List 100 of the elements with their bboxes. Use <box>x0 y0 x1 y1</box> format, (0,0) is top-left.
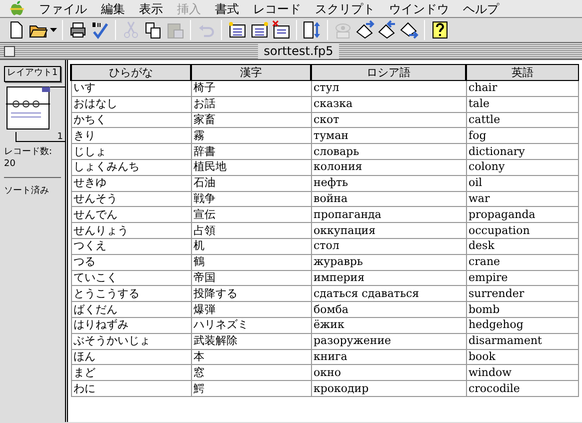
table-cell: お話 <box>191 96 311 112</box>
column-header[interactable]: 英語 <box>466 64 578 80</box>
table-cell: ёжик <box>311 317 466 334</box>
table-cell: ハリネズミ <box>191 317 311 334</box>
table-cell: колония <box>311 159 466 176</box>
new-record-icon[interactable] <box>227 20 247 40</box>
table-cell: пропаганда <box>311 206 466 223</box>
table-cell: せきゆ <box>71 175 191 192</box>
delete-record-icon[interactable] <box>271 20 291 40</box>
table-cell: crocodile <box>466 380 578 396</box>
table-cell: нефть <box>311 175 466 192</box>
close-box[interactable] <box>4 46 15 56</box>
table-cell: туман <box>311 128 466 144</box>
table-cell: とうこうする <box>71 286 191 302</box>
dropdown-arrow-icon[interactable] <box>50 28 57 32</box>
table-cell: ていこく <box>71 270 191 286</box>
table-cell: colony <box>466 159 578 176</box>
table-cell: словарь <box>311 144 466 160</box>
book-icon[interactable] <box>6 86 66 142</box>
column-header[interactable]: ひらがな <box>71 64 191 80</box>
menu-item[interactable]: ファイル <box>32 0 94 16</box>
table-cell: desk <box>466 238 578 254</box>
sort-status: ソート済み <box>4 184 50 196</box>
help-icon[interactable] <box>430 20 450 40</box>
table-cell: сказка <box>311 96 466 112</box>
table-cell: 椅子 <box>191 80 311 96</box>
menu-item[interactable]: ウインドウ <box>382 0 456 16</box>
menu-item[interactable]: スクリプト <box>308 0 382 16</box>
export-icon[interactable] <box>377 20 397 40</box>
table-cell: つくえ <box>71 238 191 254</box>
table-cell: 鶴 <box>191 254 311 270</box>
duplicate-record-icon[interactable] <box>249 20 269 40</box>
column-header[interactable]: ロシア語 <box>311 64 466 80</box>
table-cell: cattle <box>466 112 578 128</box>
table-cell: империя <box>311 270 466 286</box>
copy-icon[interactable] <box>143 20 163 40</box>
table-cell: книга <box>311 349 466 365</box>
table-cell: 本 <box>191 349 311 365</box>
table-cell: окно <box>311 364 466 381</box>
table-cell: bomb <box>466 302 578 318</box>
table-cell: じしょ <box>71 144 191 160</box>
table-cell: hedgehog <box>466 317 578 334</box>
table-cell: せんそう <box>71 191 191 207</box>
menu-item[interactable]: レコード <box>246 0 308 16</box>
table-cell: まど <box>71 364 191 381</box>
menu-item[interactable]: ヘルプ <box>456 0 506 16</box>
table-cell: 投降する <box>191 286 311 302</box>
layout-menu[interactable]: レイアウト1 <box>4 66 61 82</box>
table-cell: жураврь <box>311 254 466 270</box>
table-cell: 机 <box>191 238 311 254</box>
table-cell: 戦争 <box>191 191 311 207</box>
printer-icon[interactable] <box>68 20 88 40</box>
table-cell: empire <box>466 270 578 286</box>
table-cell: crane <box>466 254 578 270</box>
table-cell: оккупация <box>311 222 466 238</box>
table-cell: いす <box>71 80 191 96</box>
table-cell: せんりょう <box>71 222 191 238</box>
menu-item[interactable]: 書式 <box>208 0 246 16</box>
table-cell: 植民地 <box>191 159 311 176</box>
table-cell: стол <box>311 238 466 254</box>
table-cell: ほん <box>71 349 191 365</box>
table-cell: fog <box>466 128 578 144</box>
sort-icon[interactable] <box>302 20 322 40</box>
table-cell: surrender <box>466 286 578 302</box>
table-cell: ぶそうかいじょ <box>71 333 191 350</box>
table-cell: しょくみんち <box>71 159 191 176</box>
table-cell: つる <box>71 254 191 270</box>
table-cell: かちく <box>71 112 191 128</box>
table-cell: tale <box>466 96 578 112</box>
table-cell: сдаться сдаваться <box>311 286 466 302</box>
table-cell: 帝国 <box>191 270 311 286</box>
table-cell: 武装解除 <box>191 333 311 350</box>
table-cell: propaganda <box>466 206 578 223</box>
table-cell: chair <box>466 80 578 96</box>
table-cell: 爆弾 <box>191 302 311 318</box>
menu-item[interactable]: 編集 <box>94 0 132 16</box>
column-header[interactable]: 漢字 <box>191 64 311 80</box>
record-count: 20 <box>4 158 16 170</box>
table-cell: 家畜 <box>191 112 311 128</box>
checkmark-icon[interactable] <box>90 20 110 40</box>
table-cell: war <box>466 191 578 207</box>
table-cell: скот <box>311 112 466 128</box>
table-cell: 霧 <box>191 128 311 144</box>
table-cell: わに <box>71 380 191 396</box>
table-cell: window <box>466 364 578 381</box>
table-cell: occupation <box>466 222 578 238</box>
import-icon[interactable] <box>355 20 375 40</box>
table-cell: 鰐 <box>191 380 311 396</box>
table-cell: oil <box>466 175 578 192</box>
table-cell: ばくだん <box>71 302 191 318</box>
table-cell: book <box>466 349 578 365</box>
table-cell: 宣伝 <box>191 206 311 223</box>
table-cell: 辞書 <box>191 144 311 160</box>
table-cell: война <box>311 191 466 207</box>
table-cell: бомба <box>311 302 466 318</box>
table-cell: разоружение <box>311 333 466 350</box>
table-cell: せんでん <box>71 206 191 223</box>
send-icon[interactable] <box>399 20 419 40</box>
table-cell: dictionary <box>466 144 578 160</box>
menu-item[interactable]: 表示 <box>132 0 170 16</box>
